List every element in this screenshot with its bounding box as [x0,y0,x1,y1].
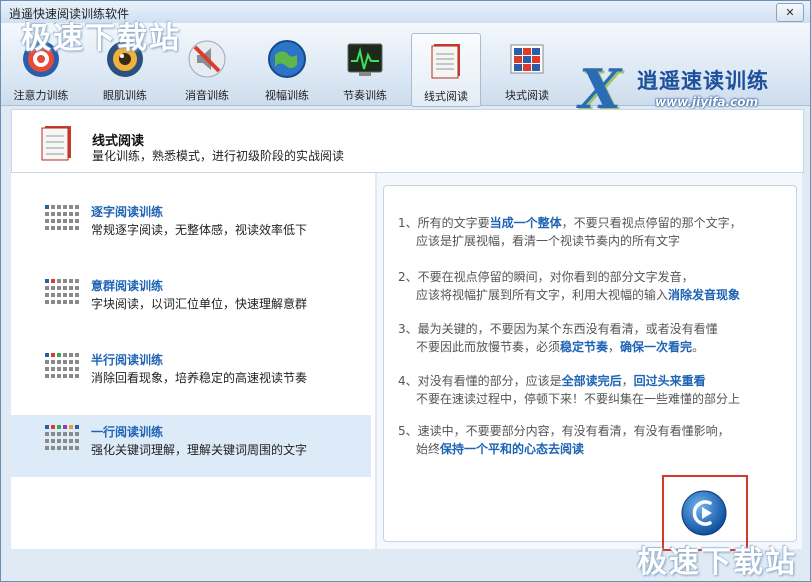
tool-view-span[interactable]: 视幅训练 [253,33,321,105]
tip-emphasis: 回过头来重看 [633,374,706,388]
tip-text: 5、速读中，不要要部分内容，有没有看清，有没有看懂影响， [398,424,730,438]
tip-emphasis: 确保一次看完 [620,340,693,354]
notebook-icon [431,44,460,79]
tool-label: 眼肌训练 [103,89,147,102]
tips-panel: 1、所有的文字要当成一个整体，不要只看视点停留的那个文字， 应该是扩展视幅，看清… [377,173,802,551]
grid-icon [45,205,79,230]
mode-item-half-line[interactable]: 半行阅读训练 消除回看现象，培养稳定的高速视读节奏 [11,343,371,405]
tip-text: ， [608,340,621,354]
tip-emphasis: 消除发音现象 [668,288,741,302]
tip-text: ， [621,374,634,388]
mode-item-word[interactable]: 逐字阅读训练 常规逐字阅读，无整体感，视读效率低下 [11,195,371,257]
app-window: 逍遥快速阅读训练软件 ✕ 注意力训练 眼肌训练 消音训练 视幅训练 节奏训练 线… [0,0,811,582]
tip-emphasis: 稳定节奏 [560,340,609,354]
tip-4: 4、对没有看懂的部分，应该是全部读完后，回过头来重看 不要在速读过程中，停顿下来… [398,372,788,408]
mode-desc: 字块阅读，以词汇位单位，快速理解意群 [91,297,308,311]
tip-text: 不要在速读过程中，停顿下来！不要纠集在一些难懂的部分上 [416,392,741,406]
watermark-top: 极速下载站 [21,21,181,56]
tip-text: 应该是扩展视幅，看清一个视读节奏内的所有文字 [416,234,681,248]
grid-icon [45,279,79,304]
section-header: 线式阅读 量化训练，熟悉模式，进行初级阶段的实战阅读 [11,109,804,173]
tip-emphasis: 保持一个平和的心态去阅读 [440,442,585,456]
tool-label: 注意力训练 [13,89,69,102]
tool-label: 块式阅读 [505,89,549,102]
close-button[interactable]: ✕ [776,3,804,22]
mode-desc: 常规逐字阅读，无整体感，视读效率低下 [91,223,308,237]
tips-box: 1、所有的文字要当成一个整体，不要只看视点停留的那个文字， 应该是扩展视幅，看清… [383,185,797,551]
watermark-bottom: 极速下载站 [637,545,797,580]
blocks-icon [510,44,544,74]
tip-2: 2、不要在视点停留的瞬间，对你看到的部分文字发音， 应该将视幅扩展到所有文字，利… [398,268,788,304]
grid-icon [45,353,79,378]
tip-emphasis: 当成一个整体 [489,216,562,230]
start-button[interactable] [680,489,728,537]
tip-5: 5、速读中，不要要部分内容，有没有看清，有没有看懂影响， 始终保持一个平和的心态… [398,422,788,458]
mode-title: 意群阅读训练 [91,279,164,293]
tip-text: ，不要只看视点停留的那个文字， [561,216,742,230]
mode-item-phrase[interactable]: 意群阅读训练 字块阅读，以词汇位单位，快速理解意群 [11,269,371,331]
tool-label: 节奏训练 [343,89,387,102]
tip-text: 4、对没有看懂的部分，应该是 [398,374,562,388]
tip-3: 3、最为关键的，不要因为某个东西没有看清，或者没有看懂 不要因此而放慢节奏，必须… [398,320,788,356]
tool-block-reading[interactable]: 块式阅读 [493,33,561,105]
mode-title: 半行阅读训练 [91,353,164,367]
pulse-monitor-icon [347,43,383,76]
grid-icon [45,425,79,450]
tool-label: 视幅训练 [265,89,309,102]
tool-label: 消音训练 [185,89,229,102]
notebook-icon [41,126,71,161]
tip-text: 不要因此而放慢节奏，必须 [416,340,561,354]
tip-text: 。 [692,340,705,354]
mode-list: 逐字阅读训练 常规逐字阅读，无整体感，视读效率低下 意群阅读训练 字块阅读，以词… [11,173,375,549]
mute-icon [188,40,226,78]
logo-title: 逍遥速读训练 [637,69,769,93]
tip-text: 始终 [416,442,441,456]
mode-desc: 消除回看现象，培养稳定的高速视读节奏 [91,371,308,385]
tool-label: 线式阅读 [424,90,468,103]
tip-text: 3、最为关键的，不要因为某个东西没有看清，或者没有看懂 [398,322,718,336]
tip-emphasis: 全部读完后 [561,374,622,388]
tip-text: 1、所有的文字要 [398,216,490,230]
tip-text: 2、不要在视点停留的瞬间，对你看到的部分文字发音， [398,270,694,284]
logo-url: www.jiyifa.com [655,95,758,109]
mode-desc: 强化关键词理解，理解关键词周围的文字 [91,443,308,457]
mode-item-full-line[interactable]: 一行阅读训练 强化关键词理解，理解关键词周围的文字 [11,415,371,477]
mode-title: 一行阅读训练 [91,425,164,439]
globe-icon [268,40,306,78]
mode-title: 逐字阅读训练 [91,205,164,219]
tool-line-reading[interactable]: 线式阅读 [411,33,481,107]
tool-rhythm[interactable]: 节奏训练 [331,33,399,105]
tool-mute[interactable]: 消音训练 [173,33,241,105]
tip-text: 应该将视幅扩展到所有文字，利用大视幅的输入 [416,288,669,302]
section-subtitle: 量化训练，熟悉模式，进行初级阶段的实战阅读 [92,149,345,163]
tip-1: 1、所有的文字要当成一个整体，不要只看视点停留的那个文字， 应该是扩展视幅，看清… [398,214,788,250]
